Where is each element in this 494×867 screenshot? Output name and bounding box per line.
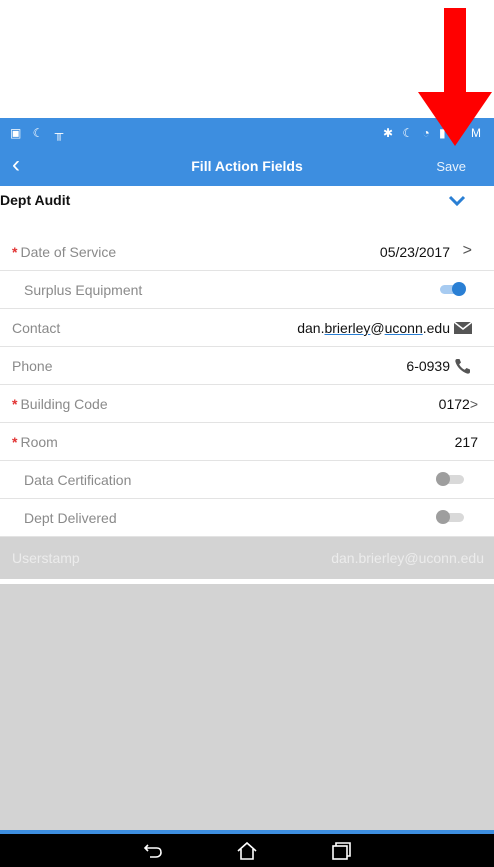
recents-icon[interactable] bbox=[330, 841, 352, 861]
contact-value-part: @ bbox=[370, 320, 385, 336]
contact-label: Contact bbox=[12, 320, 61, 336]
contact-value-part: dan. bbox=[297, 320, 325, 336]
chevron-right-icon[interactable]: > bbox=[463, 242, 472, 260]
system-nav-bar bbox=[0, 834, 494, 867]
date-of-service-label-text: Date of Service bbox=[20, 244, 117, 260]
home-icon[interactable] bbox=[236, 841, 258, 861]
building-code-label: * Building Code bbox=[12, 396, 108, 412]
date-of-service-value: 05/23/2017 bbox=[379, 244, 450, 260]
userstamp-value: dan.brierley@uconn.edu bbox=[331, 550, 484, 566]
section-header-dept-audit[interactable]: Dept Audit bbox=[0, 186, 494, 226]
save-button[interactable]: Save bbox=[436, 159, 466, 174]
phone-row: Phone 6-0939 bbox=[0, 347, 494, 385]
empty-content-area bbox=[0, 584, 494, 830]
action-fields-form: * Date of Service 05/23/2017 > Surplus Eq… bbox=[0, 233, 494, 579]
surplus-equipment-label: Surplus Equipment bbox=[24, 282, 143, 298]
data-certification-toggle[interactable] bbox=[436, 472, 466, 486]
contact-value-part: .edu bbox=[422, 320, 450, 336]
room-label: * Room bbox=[12, 434, 58, 450]
userstamp-row: Userstamp dan.brierley@uconn.edu bbox=[0, 537, 494, 579]
status-left-icons: ▣ ☾ ╥ bbox=[10, 126, 68, 140]
room-label-text: Room bbox=[20, 434, 58, 450]
userstamp-label: Userstamp bbox=[12, 550, 80, 566]
page-title: Fill Action Fields bbox=[191, 158, 303, 174]
building-code-number: 0172 bbox=[438, 396, 470, 412]
contact-value[interactable]: dan.brierley@uconn.edu bbox=[297, 320, 450, 336]
building-code-value: 0172> bbox=[439, 396, 478, 412]
date-of-service-row[interactable]: * Date of Service 05/23/2017 > bbox=[0, 233, 494, 271]
mail-icon[interactable] bbox=[454, 322, 472, 334]
back-icon[interactable] bbox=[142, 841, 164, 861]
app-bar: ‹ Fill Action Fields Save bbox=[0, 148, 494, 186]
chevron-right-icon[interactable]: > bbox=[470, 396, 478, 412]
contact-value-part: brierley bbox=[324, 320, 371, 336]
room-value: 217 bbox=[454, 434, 478, 450]
contact-row: Contact dan.brierley@uconn.edu bbox=[0, 309, 494, 347]
data-certification-row: Data Certification bbox=[0, 461, 494, 499]
contact-value-part: uconn bbox=[384, 320, 423, 336]
dept-delivered-label: Dept Delivered bbox=[24, 510, 117, 526]
surplus-equipment-row: Surplus Equipment bbox=[0, 271, 494, 309]
building-code-row[interactable]: * Building Code 0172> bbox=[0, 385, 494, 423]
red-arrow-annotation-icon bbox=[418, 8, 492, 146]
data-certification-label: Data Certification bbox=[24, 472, 132, 488]
building-code-label-text: Building Code bbox=[20, 396, 108, 412]
phone-label: Phone bbox=[12, 358, 53, 374]
chevron-down-icon[interactable] bbox=[448, 194, 466, 208]
phone-value[interactable]: 6-0939 bbox=[406, 358, 450, 374]
phone-icon[interactable] bbox=[454, 357, 472, 375]
required-mark: * bbox=[12, 396, 18, 412]
dept-delivered-row: Dept Delivered bbox=[0, 499, 494, 537]
section-title: Dept Audit bbox=[0, 192, 71, 208]
dept-delivered-toggle[interactable] bbox=[436, 510, 466, 524]
date-of-service-label: * Date of Service bbox=[12, 244, 116, 260]
surplus-equipment-toggle[interactable] bbox=[436, 282, 466, 296]
required-mark: * bbox=[12, 434, 18, 450]
required-mark: * bbox=[12, 244, 18, 260]
room-row[interactable]: * Room 217 bbox=[0, 423, 494, 461]
